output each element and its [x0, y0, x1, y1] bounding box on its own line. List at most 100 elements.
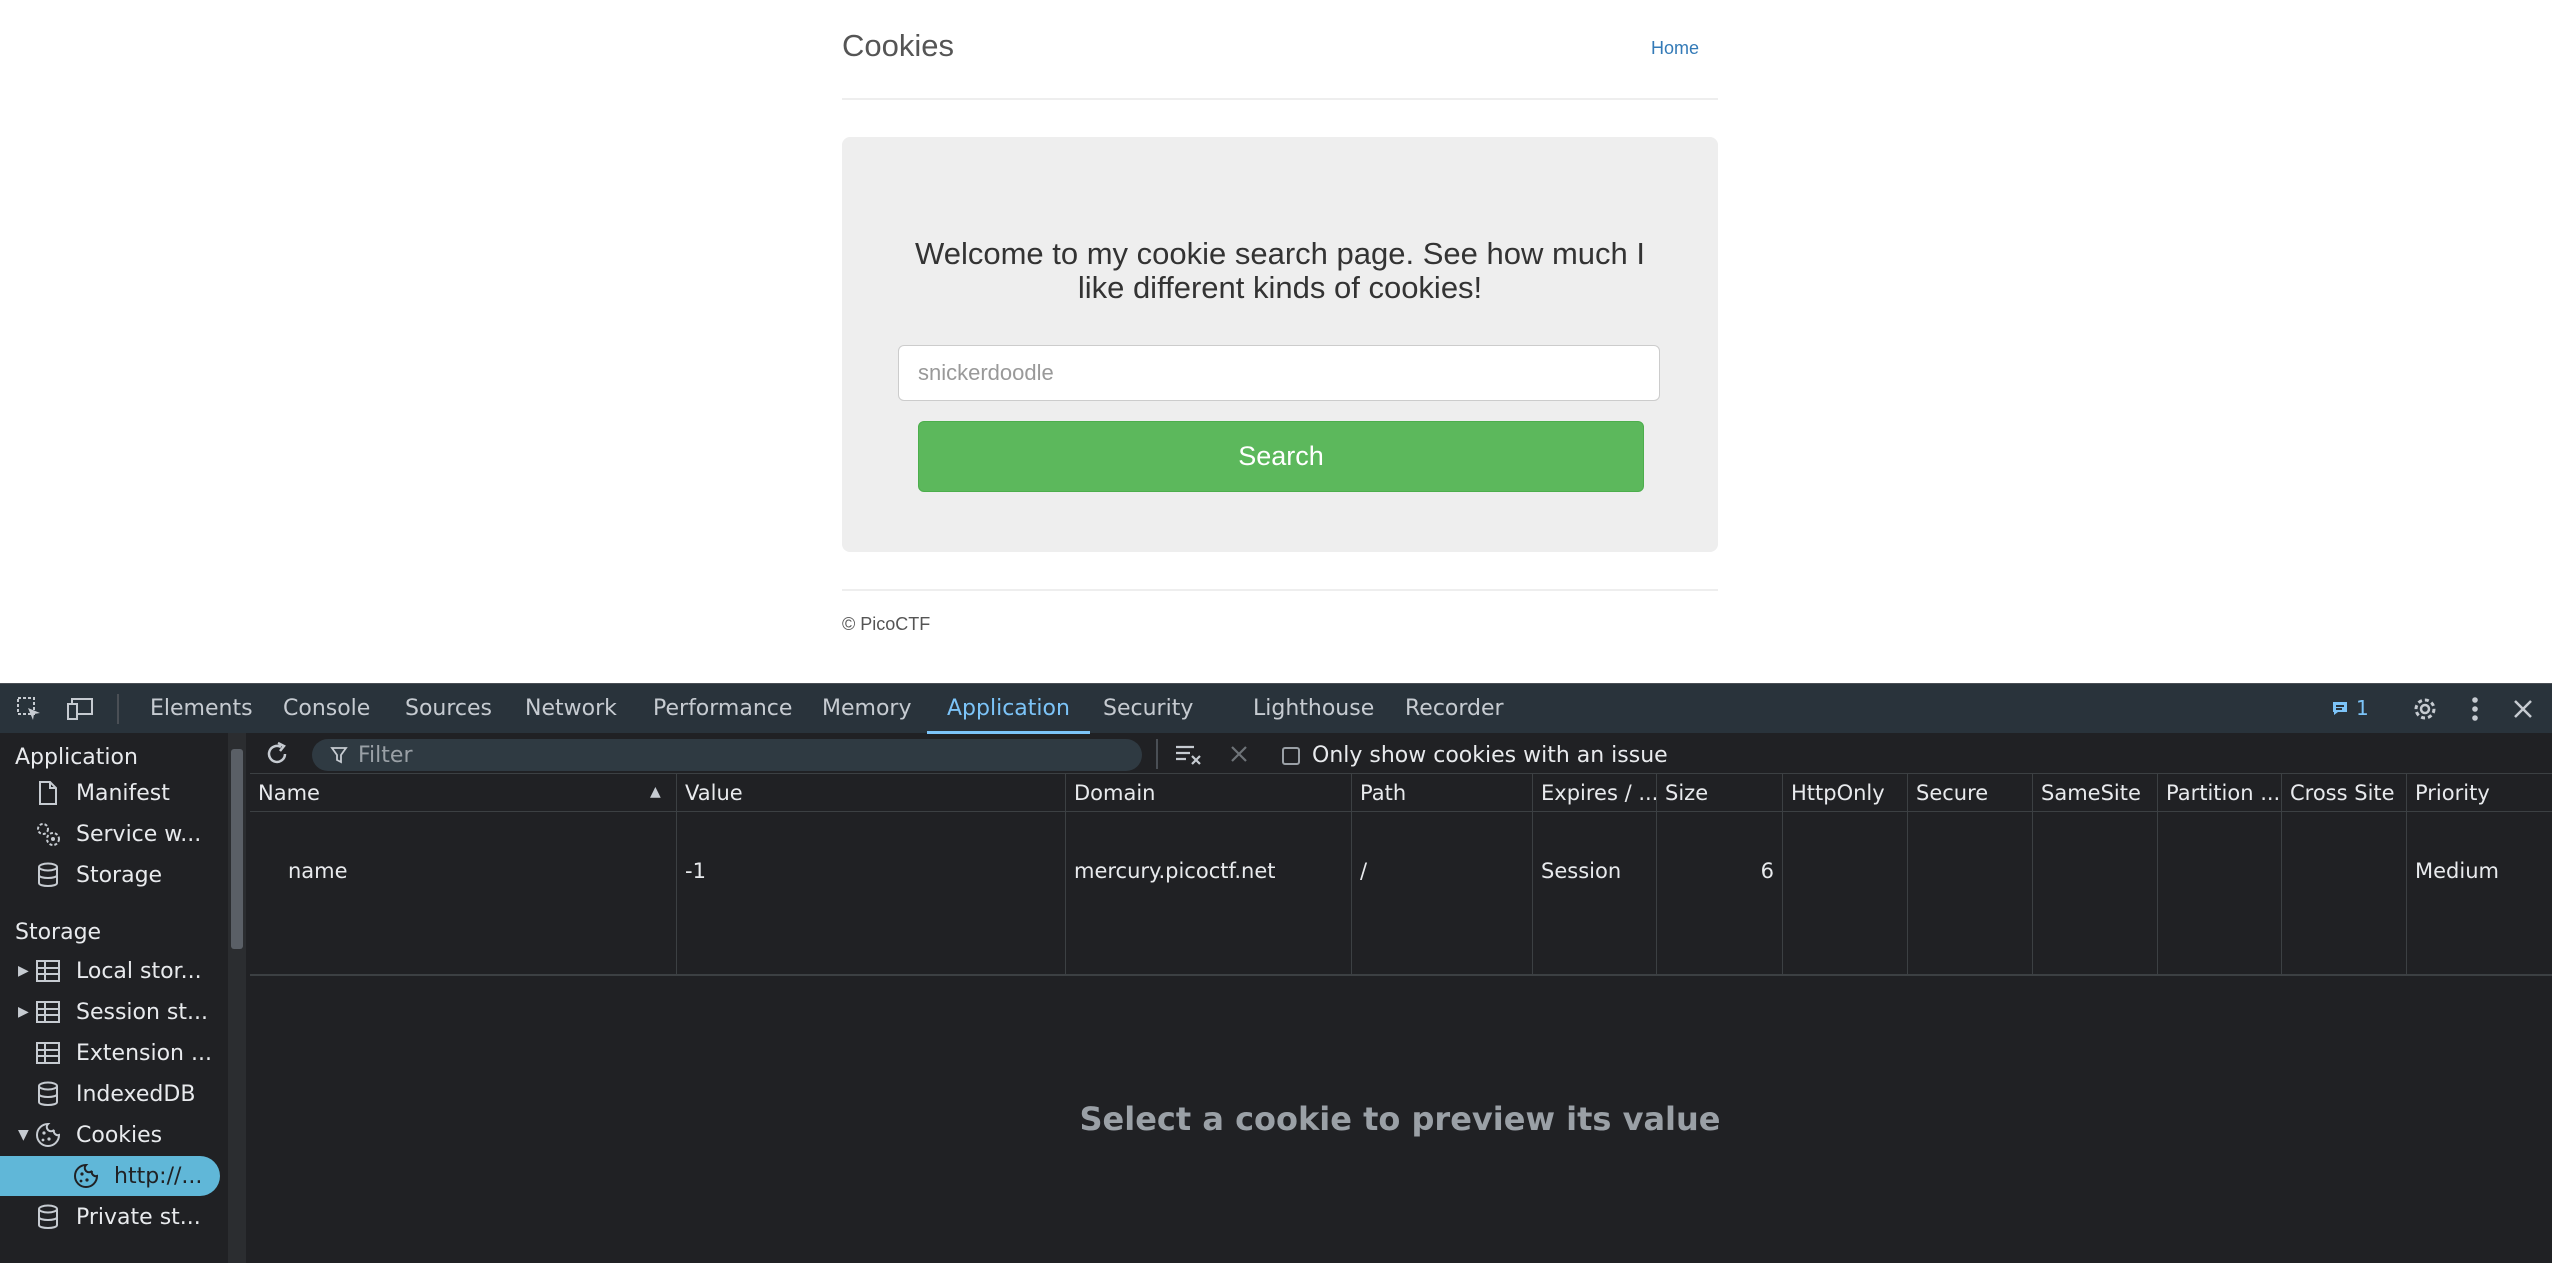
web-page: Cookies Home Welcome to my cookie search…: [0, 0, 2552, 683]
issue-message-icon: [2333, 702, 2347, 715]
column-header-secure[interactable]: Secure: [1908, 774, 2032, 812]
column-divider[interactable]: [1656, 774, 1657, 974]
only-issues-checkbox[interactable]: [1282, 746, 1300, 765]
sidebar-heading-application: Application: [15, 745, 138, 770]
sidebar-item-manifest[interactable]: Manifest: [0, 773, 226, 813]
column-divider[interactable]: [1907, 774, 1908, 974]
cell-name: name: [288, 859, 348, 883]
only-issues-option[interactable]: Only show cookies with an issue: [1282, 743, 1668, 768]
column-divider[interactable]: [2406, 774, 2407, 974]
database-icon: [32, 1201, 64, 1233]
column-header-samesite[interactable]: SameSite: [2033, 774, 2157, 812]
sidebar-item-private-state-tokens[interactable]: Private st...: [0, 1197, 226, 1237]
sidebar-item-label: Cookies: [76, 1122, 163, 1148]
settings-gear-icon[interactable]: [2408, 692, 2442, 726]
sidebar-item-cookie-origin[interactable]: http://...: [0, 1156, 220, 1196]
sidebar-item-service-workers[interactable]: Service w...: [0, 814, 226, 854]
clear-filtered-cookies-icon[interactable]: [1172, 737, 1206, 771]
device-toolbar-icon[interactable]: [64, 692, 98, 726]
column-header-name[interactable]: Name: [250, 774, 676, 812]
cell-httponly: [1783, 852, 1907, 890]
column-header-priority[interactable]: Priority: [2407, 774, 2552, 812]
table-grid-icon: [32, 996, 64, 1028]
column-divider[interactable]: [1532, 774, 1533, 974]
collapse-arrow-icon[interactable]: ▼: [18, 1127, 32, 1143]
sidebar-item-session-storage[interactable]: ▶ Session st...: [0, 992, 226, 1032]
tab-application[interactable]: Application: [927, 684, 1090, 734]
sidebar-item-label: Session st...: [76, 999, 208, 1025]
column-divider[interactable]: [1065, 774, 1066, 974]
cell-size: 6: [1760, 859, 1774, 883]
cookies-toolbar: Filter Only show cookies with an issue: [248, 733, 2552, 773]
column-header-path[interactable]: Path: [1352, 774, 1532, 812]
inspect-element-icon[interactable]: [12, 692, 46, 726]
cell-expires: Session: [1541, 859, 1622, 883]
expand-arrow-icon[interactable]: ▶: [18, 963, 32, 979]
cell-priority: Medium: [2415, 859, 2499, 883]
more-options-icon[interactable]: [2458, 692, 2492, 726]
column-header-domain[interactable]: Domain: [1066, 774, 1351, 812]
cell-secure: [1908, 852, 2032, 890]
filter-input[interactable]: Filter: [312, 739, 1142, 771]
tab-console[interactable]: Console: [283, 684, 370, 734]
column-divider[interactable]: [2032, 774, 2033, 974]
column-header-value[interactable]: Value: [677, 774, 1065, 812]
column-divider[interactable]: [1782, 774, 1783, 974]
issues-count: 1: [2356, 696, 2369, 720]
column-header-partition-key[interactable]: Partition ...: [2158, 774, 2281, 812]
application-sidebar: Application Manifest Service w... Storag…: [0, 733, 226, 1263]
issues-counter[interactable]: 1: [2330, 696, 2369, 720]
sidebar-item-label: Extension ...: [76, 1040, 212, 1066]
tab-sources[interactable]: Sources: [405, 684, 492, 734]
column-header-expires[interactable]: Expires / ...: [1533, 774, 1656, 812]
cookie-search-input[interactable]: snickerdoodle: [898, 345, 1660, 401]
column-header-size[interactable]: Size: [1657, 774, 1782, 812]
column-divider[interactable]: [1351, 774, 1352, 974]
table-row[interactable]: name -1 mercury.picoctf.net / Session 6 …: [250, 813, 2552, 883]
header-divider: [842, 98, 1718, 100]
toolbar-separator: [117, 694, 119, 724]
cell-partition-key: [2158, 852, 2281, 890]
tab-elements[interactable]: Elements: [150, 684, 253, 734]
sidebar-item-local-storage[interactable]: ▶ Local stor...: [0, 951, 226, 991]
delete-selected-icon[interactable]: [1222, 737, 1256, 771]
gears-icon: [32, 818, 64, 850]
sidebar-item-label: http://...: [114, 1163, 203, 1189]
home-link[interactable]: Home: [1651, 38, 1699, 59]
cell-cross-site: [2282, 852, 2406, 890]
column-header-httponly[interactable]: HttpOnly: [1783, 774, 1907, 812]
column-divider[interactable]: [676, 774, 677, 974]
tab-performance[interactable]: Performance: [653, 684, 792, 734]
scrollbar-thumb[interactable]: [231, 749, 243, 949]
tab-memory[interactable]: Memory: [822, 684, 911, 734]
tab-recorder[interactable]: Recorder: [1405, 684, 1504, 734]
tab-security[interactable]: Security: [1103, 684, 1193, 734]
cookie-icon: [70, 1160, 102, 1192]
search-button[interactable]: Search: [918, 421, 1644, 492]
search-panel: Welcome to my cookie search page. See ho…: [842, 137, 1718, 552]
column-divider[interactable]: [2281, 774, 2282, 974]
sidebar-scrollbar[interactable]: [228, 733, 246, 1263]
sidebar-heading-storage: Storage: [15, 920, 102, 945]
close-devtools-icon[interactable]: [2506, 692, 2540, 726]
cell-path: /: [1360, 859, 1368, 883]
sidebar-item-label: Manifest: [76, 780, 170, 806]
sidebar-item-storage-overview[interactable]: Storage: [0, 855, 226, 895]
tab-lighthouse[interactable]: Lighthouse: [1253, 684, 1374, 734]
expand-arrow-icon[interactable]: ▶: [18, 1004, 32, 1020]
sidebar-item-label: Service w...: [76, 821, 202, 847]
footer-text: © PicoCTF: [842, 614, 931, 634]
tab-network[interactable]: Network: [525, 684, 617, 734]
column-header-cross-site[interactable]: Cross Site: [2282, 774, 2406, 812]
cookies-view: Filter Only show cookies with an issue N…: [248, 733, 2552, 1263]
cookies-table: Name ▲ Value Domain Path Expires / ... S…: [250, 773, 2552, 976]
sidebar-item-cookies[interactable]: ▼ Cookies: [0, 1115, 226, 1155]
column-divider[interactable]: [2157, 774, 2158, 974]
sort-ascending-icon: ▲: [650, 784, 661, 800]
sidebar-item-indexeddb[interactable]: IndexedDB: [0, 1074, 226, 1114]
filter-placeholder: Filter: [358, 742, 413, 768]
refresh-icon[interactable]: [260, 737, 294, 771]
filter-funnel-icon: [330, 747, 348, 764]
site-title: Cookies: [842, 28, 954, 63]
sidebar-item-extension-storage[interactable]: Extension ...: [0, 1033, 226, 1073]
